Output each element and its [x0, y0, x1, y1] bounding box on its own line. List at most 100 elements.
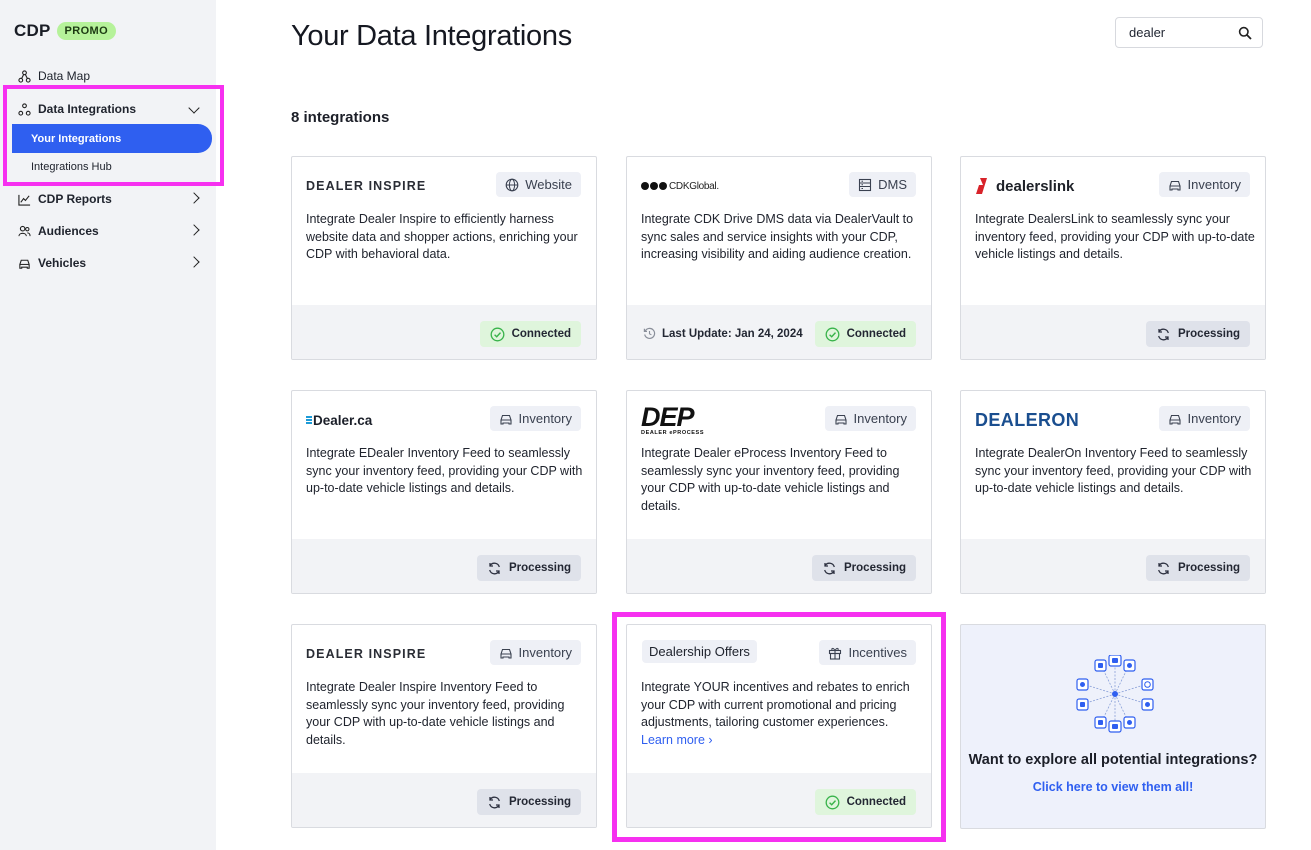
card-footer: Processing — [292, 773, 596, 827]
check-circle-icon — [490, 327, 505, 341]
sidebar-item-label: Vehicles — [38, 256, 87, 270]
sidebar-item-label: Audiences — [38, 224, 99, 238]
globe-icon — [505, 178, 519, 191]
category-tag: Inventory — [489, 406, 581, 431]
data-map-icon — [18, 69, 31, 83]
category-tag: Inventory — [489, 640, 581, 665]
explore-question: Want to explore all potential integratio… — [968, 752, 1258, 768]
card-footer: Processing — [627, 539, 931, 593]
sidebar-item-label: Data Map — [38, 69, 91, 83]
status-label: Processing — [509, 562, 571, 574]
dealer-eprocess-logo: DEP DEALER ePROCESS — [641, 402, 705, 437]
status-label: Connected — [846, 328, 906, 340]
integration-description: Integrate DealersLink to seamlessly sync… — [975, 212, 1255, 261]
car-icon — [1168, 180, 1181, 191]
car-icon — [1168, 414, 1181, 425]
integration-description: Integrate DealerOn Inventory Feed to sea… — [975, 446, 1252, 495]
server-icon — [859, 178, 872, 191]
refresh-icon — [824, 562, 835, 574]
search-icon[interactable] — [1238, 26, 1252, 40]
card-footer: Processing — [292, 539, 596, 593]
users-icon — [18, 225, 31, 236]
status-badge: Connected — [814, 321, 916, 347]
category-tag: Inventory — [1158, 172, 1250, 197]
refresh-icon — [489, 796, 500, 808]
edealer-logo: Dealer.ca — [306, 409, 372, 431]
category-tag: DMS — [849, 172, 916, 197]
category-label: Inventory — [1187, 177, 1241, 192]
view-all-integrations-link[interactable]: Click here to view them all! — [961, 780, 1265, 794]
dealeron-logo: DEALERON — [975, 409, 1080, 430]
category-tag: Inventory — [1158, 406, 1250, 431]
page-title: Your Data Integrations — [291, 20, 572, 52]
status-label: Processing — [844, 562, 906, 574]
category-tag: Website — [496, 172, 581, 197]
integration-card[interactable]: CDKGlobal. DMS Integrate CDK Drive DMS d… — [626, 156, 932, 360]
dealer-inspire-logo: DEALER INSPIRE — [306, 179, 427, 193]
refresh-icon — [1158, 328, 1169, 340]
integration-card[interactable]: DEALER INSPIRE Inventory Integrate Deale… — [291, 624, 597, 828]
integration-card[interactable]: dealerslink Inventory Integrate DealersL… — [960, 156, 1266, 360]
history-icon — [643, 327, 656, 339]
sidebar-item-audiences[interactable]: Audiences — [18, 224, 204, 238]
integration-card[interactable]: DEALER INSPIRE Website Integrate Dealer … — [291, 156, 597, 360]
status-badge: Processing — [1146, 321, 1250, 347]
status-label: Processing — [1178, 328, 1240, 340]
dealer-inspire-logo: DEALER INSPIRE — [306, 647, 427, 661]
refresh-icon — [489, 562, 500, 574]
highlight-frame — [3, 85, 224, 186]
search-box[interactable] — [1115, 17, 1263, 48]
reports-icon — [18, 194, 31, 206]
integration-count: 8 integrations — [291, 109, 390, 126]
category-label: Inventory — [1187, 411, 1241, 426]
integration-description: Integrate Dealer eProcess Inventory Feed… — [641, 446, 900, 513]
car-icon — [499, 414, 512, 425]
sidebar-item-label: CDP Reports — [38, 192, 112, 206]
category-tag: Inventory — [824, 406, 916, 431]
integration-card[interactable]: DEP DEALER ePROCESS Inventory Integrate … — [626, 390, 932, 594]
category-label: Inventory — [518, 411, 572, 426]
category-label: DMS — [878, 177, 907, 192]
brand-name: CDP — [14, 21, 51, 40]
status-badge: Processing — [1146, 555, 1250, 581]
cdk-global-logo: CDKGlobal. — [641, 175, 719, 197]
refresh-icon — [1158, 562, 1169, 574]
integration-description: Integrate Dealer Inspire to efficiently … — [306, 212, 578, 261]
last-update: Last Update: Jan 24, 2024 — [643, 327, 803, 340]
card-footer: Processing — [961, 305, 1265, 359]
status-badge: Processing — [477, 789, 581, 815]
category-label: Inventory — [518, 645, 572, 660]
integration-description: Integrate EDealer Inventory Feed to seam… — [306, 446, 583, 495]
car-icon — [834, 414, 847, 425]
last-update-label: Last Update: Jan 24, 2024 — [662, 327, 803, 340]
chevron-right-icon — [188, 224, 200, 236]
card-footer: Last Update: Jan 24, 2024 Connected — [627, 305, 931, 359]
explore-integrations-card[interactable]: Want to explore all potential integratio… — [960, 624, 1266, 829]
integration-card[interactable]: DEALERON Inventory Integrate DealerOn In… — [960, 390, 1266, 594]
status-badge: Processing — [477, 555, 581, 581]
chevron-right-icon — [188, 256, 200, 268]
status-badge: Processing — [812, 555, 916, 581]
sidebar-item-cdp-reports[interactable]: CDP Reports — [18, 192, 204, 206]
sidebar-item-vehicles[interactable]: Vehicles — [18, 256, 204, 270]
dealerslink-logo: dealerslink — [975, 175, 1074, 197]
status-label: Processing — [509, 796, 571, 808]
car-icon — [19, 259, 30, 269]
chevron-right-icon — [188, 192, 200, 204]
card-footer: Processing — [961, 539, 1265, 593]
brand[interactable]: CDP PROMO — [14, 21, 117, 41]
card-footer: Connected — [292, 305, 596, 359]
sidebar-item-data-map[interactable]: Data Map — [18, 69, 90, 83]
category-label: Website — [525, 177, 572, 192]
search-input[interactable] — [1129, 25, 1229, 40]
integrations-network-icon — [1076, 655, 1154, 733]
integration-description: Integrate CDK Drive DMS data via DealerV… — [641, 212, 914, 261]
integration-card[interactable]: Dealer.ca Inventory Integrate EDealer In… — [291, 390, 597, 594]
category-label: Inventory — [853, 411, 907, 426]
status-label: Processing — [1178, 562, 1240, 574]
status-badge: Connected — [479, 321, 581, 347]
promo-badge: PROMO — [56, 22, 117, 40]
car-icon — [499, 648, 512, 659]
status-label: Connected — [511, 328, 571, 340]
highlight-frame — [612, 612, 946, 842]
